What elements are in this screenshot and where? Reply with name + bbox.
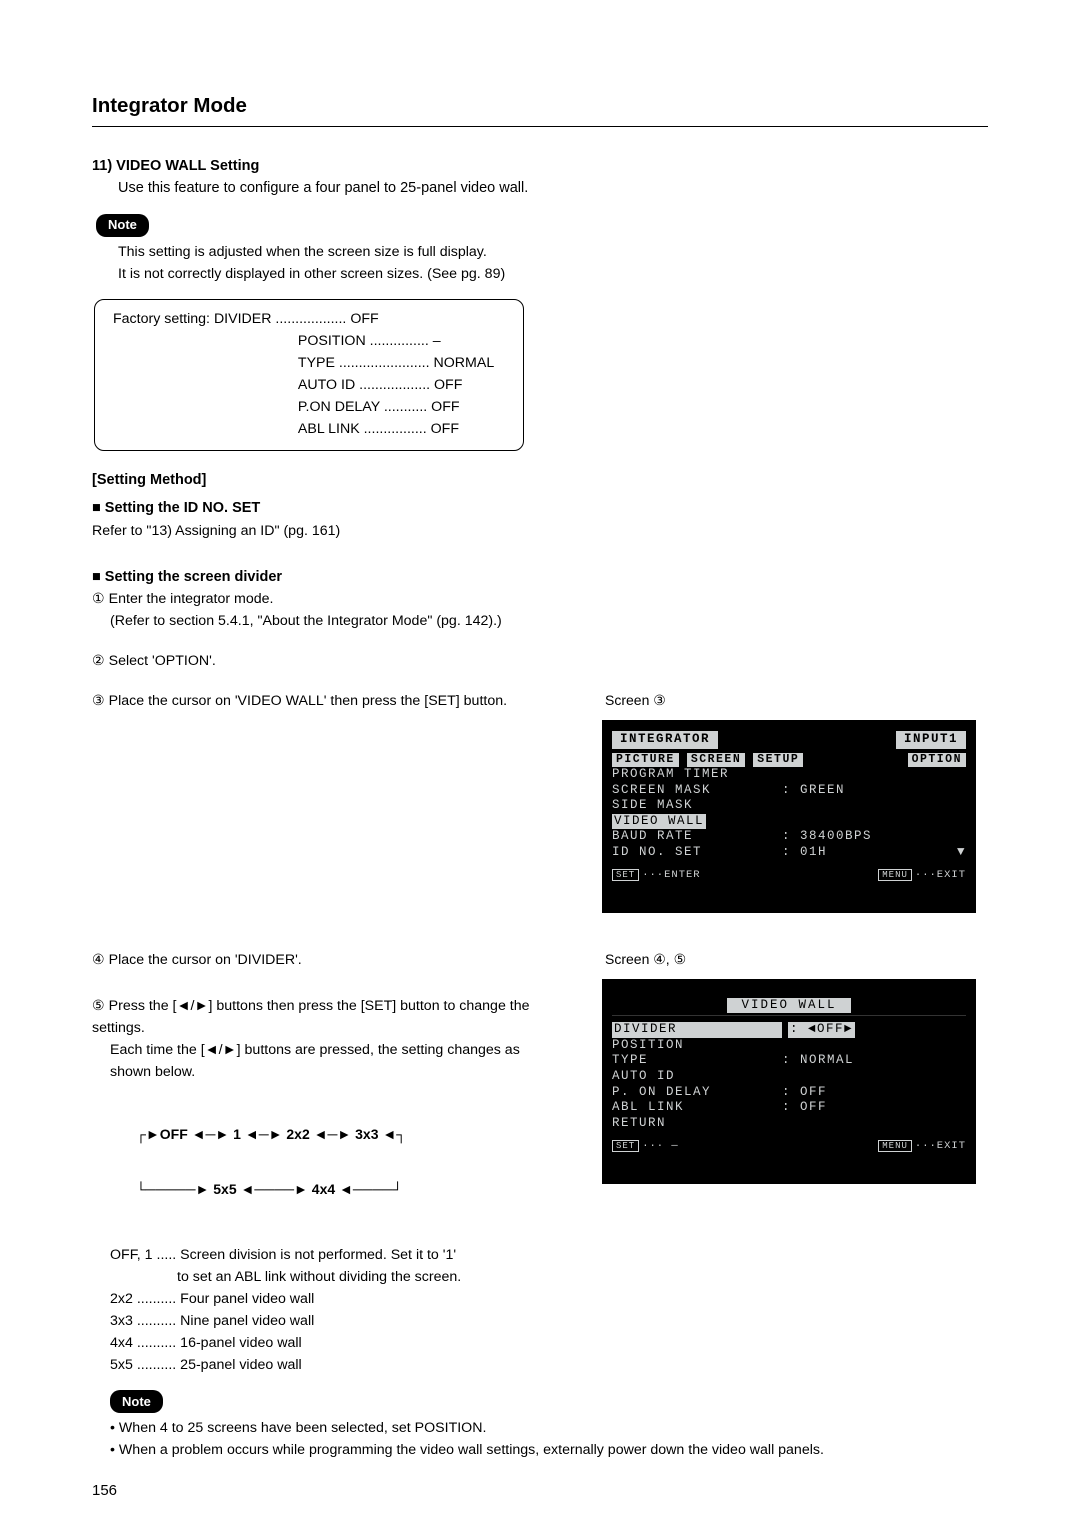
down-arrow-icon — [953, 845, 966, 861]
osd2-r3: TYPE: NORMAL — [612, 1053, 966, 1069]
osd1-l3: SIDE MASK — [612, 798, 966, 814]
osd2-footer: SET··· — MENU···EXIT — [612, 1140, 966, 1153]
osd1-tabs: PICTURE SCREEN SETUP OPTION — [612, 753, 966, 767]
osd1-l6: ID NO. SET: 01H — [612, 845, 966, 861]
screen45-label: Screen ④, ⑤ — [605, 949, 982, 971]
osd1-integrator: INTEGRATOR — [612, 731, 718, 749]
step2: ② Select 'OPTION'. — [92, 650, 988, 672]
def-3x3: 3x3 .......... Nine panel video wall — [110, 1310, 562, 1332]
page-title: Integrator Mode — [92, 90, 988, 122]
factory-lead: Factory setting: — [113, 311, 214, 327]
def-5x5: 5x5 .......... 25-panel video wall — [110, 1354, 562, 1376]
tab-picture: PICTURE — [612, 753, 679, 767]
osd2-r5: P. ON DELAY: OFF — [612, 1085, 966, 1101]
page-number: 156 — [92, 1479, 988, 1502]
osd2-r4: AUTO ID — [612, 1069, 966, 1085]
osd1-footer: SET···ENTER MENU···EXIT — [612, 869, 966, 882]
osd1-l5: BAUD RATE: 38400BPS — [612, 829, 966, 845]
step4: ④ Place the cursor on 'DIVIDER'. — [92, 949, 562, 971]
sub-id-ref: Refer to "13) Assigning an ID" (pg. 161) — [92, 520, 988, 542]
arrows-l1: ┌►OFF ◄─► 1 ◄─► 2x2 ◄─► 3x3 ◄┐ — [136, 1125, 562, 1143]
osd1-l4: VIDEO WALL — [612, 814, 966, 830]
def-off1: OFF, 1 ..... Screen division is not perf… — [110, 1244, 562, 1266]
note2-b1: • When 4 to 25 screens have been selecte… — [92, 1417, 988, 1439]
osd2-r2: POSITION — [612, 1038, 966, 1054]
factory-settings-box: Factory setting: DIVIDER ...............… — [94, 299, 524, 451]
section-11-title: 11) VIDEO WALL Setting — [92, 155, 988, 177]
osd-screen3: INTEGRATOR INPUT1 PICTURE SCREEN SETUP O… — [602, 720, 976, 913]
def-off1b: to set an ABL link without dividing the … — [110, 1266, 562, 1288]
arrows-l2: └─────► 5x5 ◄────► 4x4 ◄────┘ — [136, 1180, 562, 1198]
osd1-l2: SCREEN MASK: GREEN — [612, 783, 966, 799]
osd1-input: INPUT1 — [896, 731, 966, 749]
step3: ③ Place the cursor on 'VIDEO WALL' then … — [92, 690, 562, 712]
factory-r2: POSITION ............... – — [188, 333, 441, 349]
osd2-r6: ABL LINK: OFF — [612, 1100, 966, 1116]
section-11-intro: Use this feature to configure a four pan… — [118, 177, 988, 199]
setting-method-heading: [Setting Method] — [92, 469, 988, 491]
osd1-l1: PROGRAM TIMER — [612, 767, 966, 783]
divider-definitions: OFF, 1 ..... Screen division is not perf… — [92, 1244, 562, 1376]
step1b: (Refer to section 5.4.1, "About the Inte… — [92, 610, 988, 632]
note-badge-2: Note — [110, 1390, 163, 1413]
factory-r3: TYPE ....................... NORMAL — [188, 355, 494, 371]
factory-r5: P.ON DELAY ........... OFF — [188, 399, 460, 415]
factory-r6: ABL LINK ................ OFF — [188, 421, 459, 437]
step5b: Each time the [◄/►] buttons are pressed,… — [92, 1039, 562, 1083]
factory-r4: AUTO ID .................. OFF — [188, 377, 463, 393]
tab-screen: SCREEN — [687, 753, 745, 767]
divider-cycle-diagram: ┌►OFF ◄─► 1 ◄─► 2x2 ◄─► 3x3 ◄┐ └─────► 5… — [92, 1089, 562, 1235]
tab-option: OPTION — [908, 753, 966, 767]
factory-r1: DIVIDER .................. OFF — [214, 311, 379, 327]
tab-setup: SETUP — [753, 753, 803, 767]
osd2-title: VIDEO WALL — [612, 998, 966, 1017]
step1a: ① Enter the integrator mode. — [92, 588, 988, 610]
osd2-r1: DIVIDER: ◄OFF► — [612, 1022, 966, 1038]
osd-screen45: VIDEO WALL DIVIDER: ◄OFF► POSITION TYPE:… — [602, 979, 976, 1184]
title-rule — [92, 126, 988, 127]
note-badge: Note — [96, 214, 149, 237]
screen3-label: Screen ③ — [605, 690, 982, 712]
def-2x2: 2x2 .......... Four panel video wall — [110, 1288, 562, 1310]
sub-divider-heading: ■ Setting the screen divider — [92, 566, 988, 588]
note2-b2: • When a problem occurs while programmin… — [92, 1439, 988, 1461]
note1-line1: This setting is adjusted when the screen… — [118, 241, 988, 263]
sub-id-heading: ■ Setting the ID NO. SET — [92, 497, 988, 519]
note1-line2: It is not correctly displayed in other s… — [118, 263, 988, 285]
step5a: ⑤ Press the [◄/►] buttons then press the… — [92, 995, 562, 1039]
def-4x4: 4x4 .......... 16-panel video wall — [110, 1332, 562, 1354]
osd2-r7: RETURN — [612, 1116, 966, 1132]
